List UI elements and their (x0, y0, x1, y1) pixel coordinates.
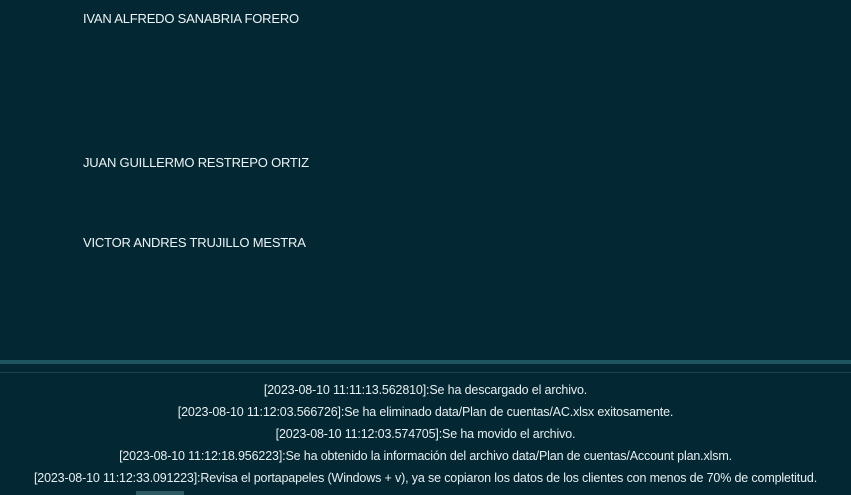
client-name: IVAN ALFREDO SANABRIA FORERO (83, 11, 299, 26)
client-name: JUAN GUILLERMO RESTREPO ORTIZ (83, 155, 309, 170)
log-entry: [2023-08-10 11:12:03.574705]:Se ha movid… (275, 427, 576, 441)
client-list-panel: IVAN ALFREDO SANABRIA FORERO JUAN GUILLE… (0, 0, 851, 360)
horizontal-scrollbar-thumb[interactable] (136, 491, 184, 495)
panel-divider[interactable] (0, 360, 851, 364)
log-entry: [2023-08-10 11:12:18.956223]:Se ha obten… (119, 449, 732, 463)
log-entry: [2023-08-10 11:11:13.562810]:Se ha desca… (263, 383, 588, 397)
log-entry: [2023-08-10 11:12:33.091223]:Revisa el p… (33, 471, 818, 485)
client-name: VICTOR ANDRES TRUJILLO MESTRA (83, 235, 306, 250)
log-entry: [2023-08-10 11:12:03.566726]:Se ha elimi… (177, 405, 674, 419)
log-panel: [2023-08-10 11:11:13.562810]:Se ha desca… (0, 373, 851, 495)
